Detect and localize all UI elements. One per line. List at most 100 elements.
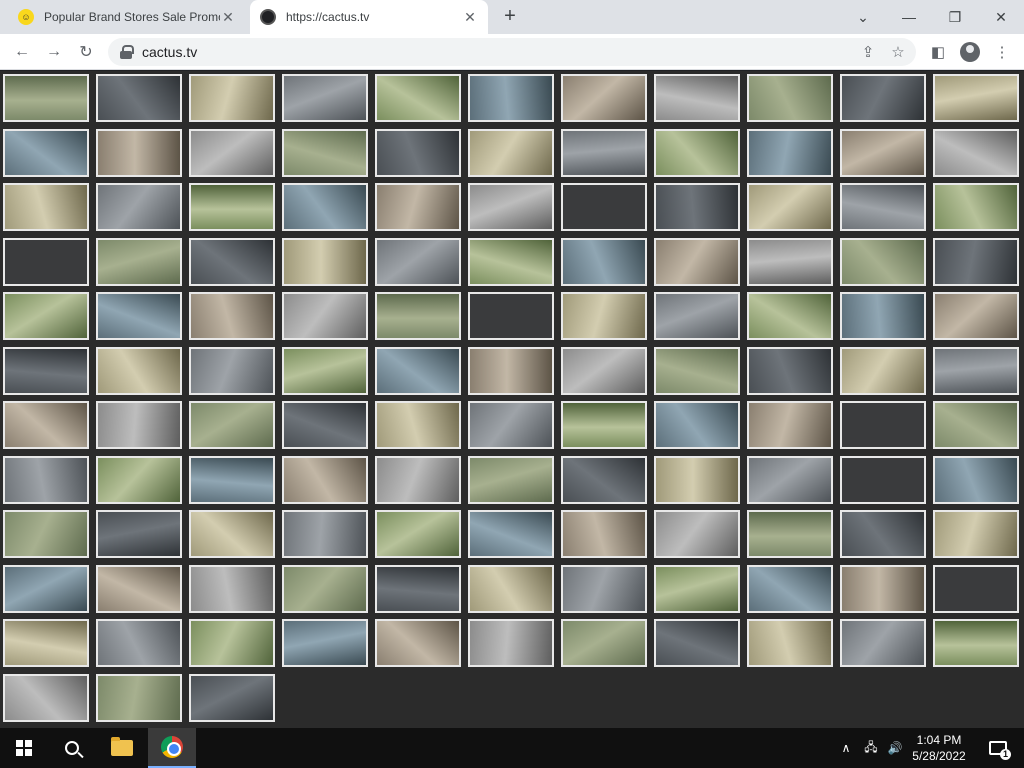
camera-thumbnail[interactable]: [840, 183, 926, 231]
camera-thumbnail[interactable]: [654, 183, 740, 231]
minimize-button[interactable]: —: [886, 0, 932, 34]
forward-button[interactable]: →: [42, 40, 66, 64]
camera-thumbnail[interactable]: [561, 237, 647, 286]
camera-thumbnail[interactable]: [561, 183, 647, 231]
camera-thumbnail[interactable]: [933, 237, 1019, 286]
camera-thumbnail[interactable]: [747, 510, 833, 558]
camera-thumbnail[interactable]: [561, 510, 647, 558]
restore-button[interactable]: ❐: [932, 0, 978, 34]
camera-thumbnail[interactable]: [468, 346, 554, 395]
camera-thumbnail[interactable]: [933, 619, 1019, 667]
camera-thumbnail[interactable]: [933, 74, 1019, 122]
camera-thumbnail[interactable]: [96, 619, 182, 667]
camera-thumbnail[interactable]: [933, 455, 1019, 504]
tray-overflow-button[interactable]: ∧: [836, 728, 856, 768]
camera-thumbnail[interactable]: [189, 128, 275, 177]
share-button[interactable]: ⇪: [856, 40, 880, 64]
camera-thumbnail[interactable]: [654, 619, 740, 667]
camera-thumbnail[interactable]: [468, 401, 554, 449]
camera-thumbnail[interactable]: [96, 673, 182, 722]
camera-thumbnail[interactable]: [189, 564, 275, 613]
camera-thumbnail[interactable]: [3, 564, 89, 613]
camera-thumbnail[interactable]: [282, 619, 368, 667]
address-bar[interactable]: cactus.tv: [108, 38, 916, 66]
camera-thumbnail[interactable]: [375, 401, 461, 449]
camera-thumbnail[interactable]: [189, 673, 275, 722]
camera-thumbnail[interactable]: [282, 401, 368, 449]
camera-thumbnail[interactable]: [840, 564, 926, 613]
camera-thumbnail[interactable]: [654, 455, 740, 504]
camera-thumbnail[interactable]: [840, 346, 926, 395]
camera-thumbnail[interactable]: [561, 292, 647, 340]
camera-thumbnail[interactable]: [654, 292, 740, 340]
back-button[interactable]: ←: [10, 40, 34, 64]
camera-thumbnail[interactable]: [840, 510, 926, 558]
file-explorer-button[interactable]: [98, 728, 146, 768]
tab-popular-brand[interactable]: ☺ Popular Brand Stores Sale Promo ✕: [8, 0, 246, 34]
camera-thumbnail[interactable]: [375, 183, 461, 231]
camera-thumbnail[interactable]: [654, 564, 740, 613]
camera-thumbnail[interactable]: [933, 564, 1019, 613]
camera-thumbnail[interactable]: [96, 237, 182, 286]
camera-thumbnail[interactable]: [375, 74, 461, 122]
camera-thumbnail[interactable]: [933, 128, 1019, 177]
camera-thumbnail[interactable]: [747, 455, 833, 504]
camera-thumbnail[interactable]: [3, 401, 89, 449]
tab-cactus[interactable]: https://cactus.tv ✕: [250, 0, 488, 34]
camera-thumbnail[interactable]: [747, 346, 833, 395]
camera-thumbnail[interactable]: [747, 74, 833, 122]
camera-thumbnail[interactable]: [189, 74, 275, 122]
camera-thumbnail[interactable]: [282, 510, 368, 558]
camera-thumbnail[interactable]: [654, 237, 740, 286]
camera-thumbnail[interactable]: [840, 74, 926, 122]
reload-button[interactable]: ↻: [74, 40, 98, 64]
camera-thumbnail[interactable]: [933, 346, 1019, 395]
camera-thumbnail[interactable]: [96, 401, 182, 449]
camera-thumbnail[interactable]: [561, 128, 647, 177]
camera-thumbnail[interactable]: [840, 401, 926, 449]
camera-thumbnail[interactable]: [747, 619, 833, 667]
camera-thumbnail[interactable]: [933, 401, 1019, 449]
camera-thumbnail[interactable]: [840, 292, 926, 340]
camera-thumbnail[interactable]: [282, 564, 368, 613]
camera-thumbnail[interactable]: [189, 183, 275, 231]
profile-button[interactable]: [958, 40, 982, 64]
camera-thumbnail[interactable]: [96, 128, 182, 177]
camera-thumbnail[interactable]: [747, 564, 833, 613]
camera-thumbnail[interactable]: [747, 237, 833, 286]
tab-search-button[interactable]: ⌄: [840, 0, 886, 34]
camera-thumbnail[interactable]: [468, 183, 554, 231]
camera-thumbnail[interactable]: [282, 183, 368, 231]
camera-thumbnail[interactable]: [561, 619, 647, 667]
side-panel-button[interactable]: ◧: [926, 40, 950, 64]
camera-thumbnail[interactable]: [654, 128, 740, 177]
camera-thumbnail[interactable]: [282, 74, 368, 122]
camera-thumbnail[interactable]: [840, 619, 926, 667]
camera-thumbnail[interactable]: [561, 401, 647, 449]
camera-thumbnail[interactable]: [468, 74, 554, 122]
camera-thumbnail[interactable]: [468, 564, 554, 613]
camera-thumbnail[interactable]: [282, 346, 368, 395]
camera-thumbnail[interactable]: [96, 510, 182, 558]
camera-thumbnail[interactable]: [747, 401, 833, 449]
camera-thumbnail[interactable]: [747, 292, 833, 340]
camera-thumbnail[interactable]: [375, 455, 461, 504]
camera-thumbnail[interactable]: [468, 455, 554, 504]
camera-thumbnail[interactable]: [96, 292, 182, 340]
camera-thumbnail[interactable]: [561, 346, 647, 395]
camera-thumbnail[interactable]: [840, 128, 926, 177]
camera-thumbnail[interactable]: [375, 237, 461, 286]
camera-thumbnail[interactable]: [3, 74, 89, 122]
window-close-button[interactable]: ✕: [978, 0, 1024, 34]
camera-thumbnail[interactable]: [189, 401, 275, 449]
camera-thumbnail[interactable]: [933, 292, 1019, 340]
bookmark-button[interactable]: ☆: [886, 40, 910, 64]
camera-thumbnail[interactable]: [3, 619, 89, 667]
camera-thumbnail[interactable]: [468, 237, 554, 286]
camera-thumbnail[interactable]: [189, 510, 275, 558]
camera-thumbnail[interactable]: [654, 346, 740, 395]
camera-thumbnail[interactable]: [654, 510, 740, 558]
camera-thumbnail[interactable]: [3, 346, 89, 395]
camera-thumbnail[interactable]: [3, 673, 89, 722]
camera-thumbnail[interactable]: [96, 74, 182, 122]
